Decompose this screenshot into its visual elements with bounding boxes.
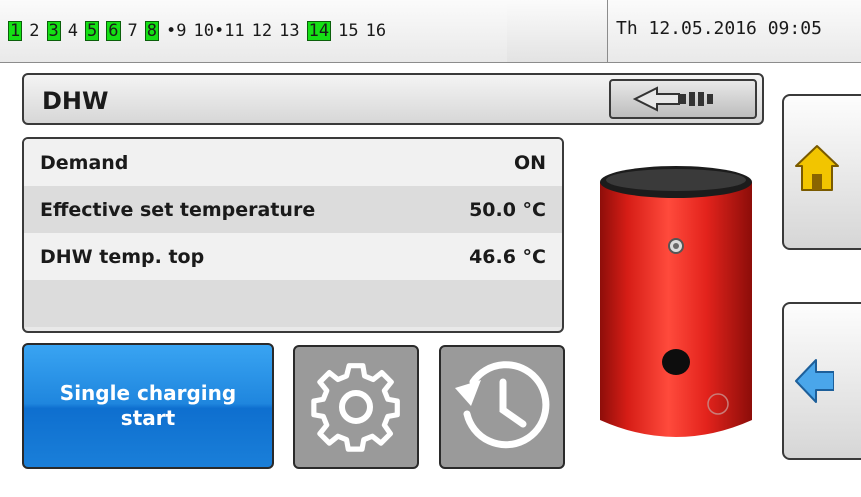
date-time: Th 12.05.2016 09:05 [616, 18, 822, 39]
clock-history-icon [455, 361, 550, 449]
header-back-button[interactable] [609, 79, 757, 119]
value-panel: Demand ON Effective set temperature 50.0… [22, 137, 564, 333]
row-value: 50.0 °C [469, 198, 546, 221]
output-indicator-11: 12 [251, 21, 273, 41]
home-button[interactable] [782, 94, 861, 250]
settings-button[interactable] [293, 345, 419, 469]
output-indicator-8: 8 [144, 21, 159, 41]
timer-button[interactable] [439, 345, 565, 469]
output-indicator-7: 7 [127, 21, 138, 41]
title-bar: DHW [22, 73, 764, 125]
status-bar-spacer [507, 0, 608, 62]
output-indicator-1: 1 [8, 21, 23, 41]
row-label: DHW temp. top [40, 245, 205, 268]
output-indicator-13: 14 [306, 21, 332, 41]
side-back-button[interactable] [782, 302, 861, 460]
gear-icon [311, 363, 400, 452]
button-label-line2: start [120, 406, 176, 430]
row-label: Demand [40, 151, 129, 174]
row-value: 46.6 °C [469, 245, 546, 268]
output-status-list: 1 2 3 4 5 6 7 8 •9 10•11 12 13 14 15 16 [4, 0, 511, 62]
output-indicator-10: 10•11 [193, 21, 245, 41]
value-row-empty [24, 280, 562, 327]
dhw-tank-image [600, 166, 752, 437]
button-label-line1: Single charging [59, 381, 237, 405]
row-value: ON [513, 151, 546, 174]
home-icon [795, 145, 839, 191]
single-charging-start-button[interactable]: Single charging start [22, 343, 274, 469]
page-title: DHW [42, 87, 109, 115]
status-bar: 1 2 3 4 5 6 7 8 •9 10•11 12 13 14 15 16 Th 12.05.2016 … [0, 0, 861, 63]
output-indicator-9: •9 [166, 21, 187, 41]
row-label: Effective set temperature [40, 198, 316, 221]
value-row-set-temperature: Effective set temperature 50.0 °C [24, 186, 562, 233]
output-indicator-15: 16 [365, 21, 387, 41]
output-indicator-12: 13 [279, 21, 300, 41]
output-indicator-14: 15 [338, 21, 359, 41]
output-indicator-3: 3 [46, 21, 61, 41]
value-row-dhw-temp-top: DHW temp. top 46.6 °C [24, 233, 562, 280]
output-indicator-2: 2 [29, 21, 40, 41]
output-indicator-5: 5 [85, 21, 100, 41]
back-arrow-icon [632, 86, 713, 112]
output-indicator-6: 6 [106, 21, 121, 41]
value-row-demand: Demand ON [24, 139, 562, 186]
output-indicator-4: 4 [67, 21, 78, 41]
left-arrow-icon [795, 359, 834, 403]
